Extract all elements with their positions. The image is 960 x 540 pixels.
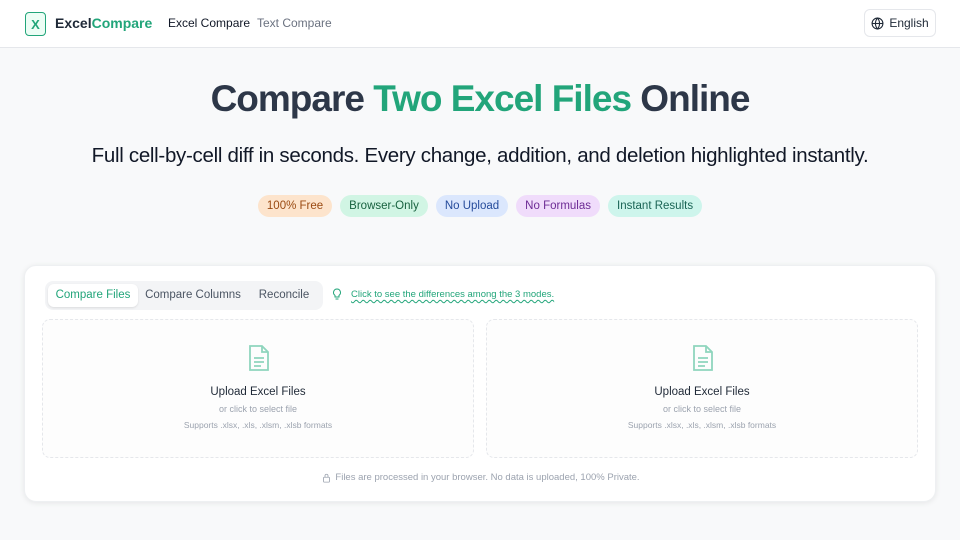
dropzone-file-2[interactable]: Upload Excel Files or click to select fi… [486, 319, 918, 458]
dropzone-formats: Supports .xlsx, .xls, .xlsm, .xlsb forma… [183, 420, 333, 430]
dropzone-title: Upload Excel Files [210, 386, 306, 398]
top-header: X ExcelCompare Excel Compare Text Compar… [0, 0, 960, 48]
dropzone-subtitle: or click to select file [662, 404, 742, 414]
logo-text[interactable]: ExcelCompare [55, 15, 152, 31]
page-title: Compare Two Excel Files Online [0, 78, 960, 120]
dropzone-subtitle: or click to select file [218, 404, 298, 414]
mode-tabs: Compare Files Compare Columns Reconcile [45, 281, 323, 310]
logo-text-part-1: Excel [55, 15, 92, 31]
privacy-note: Files are processed in your browser. No … [25, 472, 937, 483]
compare-card: Compare Files Compare Columns Reconcile … [24, 265, 936, 502]
dropzone-file-1[interactable]: Upload Excel Files or click to select fi… [42, 319, 474, 458]
lock-icon [323, 473, 331, 483]
nav-text-compare[interactable]: Text Compare [257, 16, 332, 30]
excel-logo-icon[interactable]: X [25, 12, 46, 36]
badge-no-formulas: No Formulas [516, 195, 600, 217]
document-icon [693, 345, 713, 371]
language-button[interactable]: English [864, 9, 936, 37]
page-subtitle: Full cell-by-cell diff in seconds. Every… [91, 144, 869, 167]
badge-free: 100% Free [257, 195, 333, 217]
title-part-2: Online [631, 78, 750, 119]
nav-excel-compare[interactable]: Excel Compare [168, 16, 250, 30]
dropzone-formats: Supports .xlsx, .xls, .xlsm, .xlsb forma… [627, 420, 777, 430]
language-label: English [889, 16, 929, 30]
badge-no-upload: No Upload [435, 195, 509, 217]
lightbulb-icon [333, 288, 341, 300]
document-icon [249, 345, 269, 371]
title-accent: Two Excel Files [373, 78, 632, 119]
privacy-text: Files are processed in your browser. No … [335, 472, 640, 483]
badge-instant-results: Instant Results [608, 195, 703, 217]
logo-text-part-2: Compare [91, 15, 153, 31]
tab-compare-files[interactable]: Compare Files [48, 284, 138, 307]
tab-reconcile[interactable]: Reconcile [249, 284, 319, 307]
dropzone-title: Upload Excel Files [654, 386, 750, 398]
modes-hint-link[interactable]: Click to see the differences among the 3… [351, 289, 554, 300]
title-part-1: Compare [210, 78, 374, 119]
logo-letter: X [31, 16, 40, 32]
badge-browser-only: Browser-Only [340, 195, 428, 217]
globe-icon [871, 16, 884, 30]
tab-compare-columns[interactable]: Compare Columns [143, 284, 243, 307]
feature-badges: 100% Free Browser-Only No Upload No Form… [0, 195, 960, 217]
